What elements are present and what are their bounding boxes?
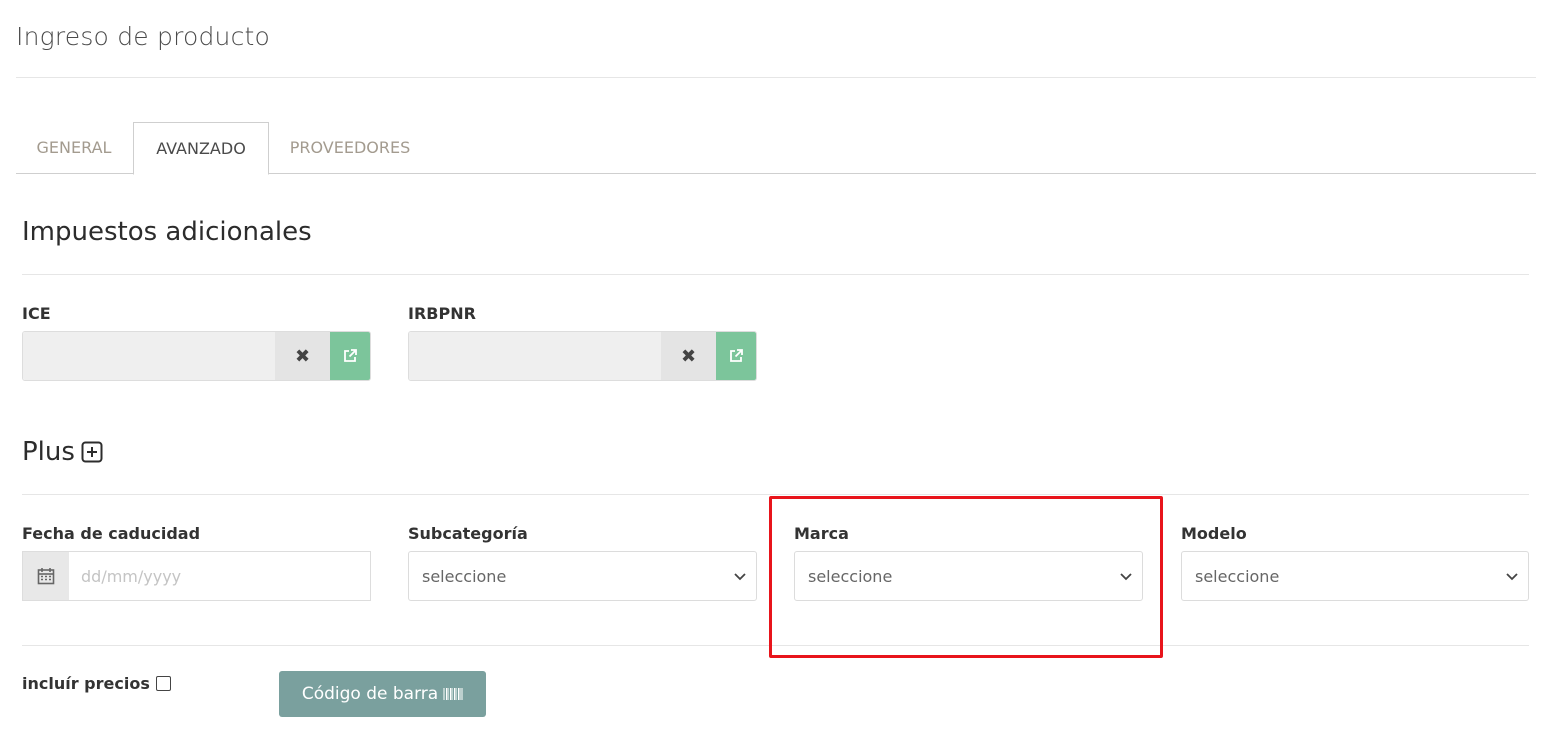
chevron-down-icon	[1120, 573, 1132, 581]
marca-selected: seleccione	[808, 566, 893, 586]
external-link-icon	[344, 349, 357, 362]
plus-title: Plus	[22, 437, 75, 467]
irbpnr-input-group: ✖	[408, 331, 757, 381]
ice-input[interactable]	[23, 332, 275, 380]
include-prices-checkbox[interactable]	[155, 676, 171, 691]
tab-avanzado[interactable]: AVANZADO	[133, 122, 269, 175]
irbpnr-label: IRBPNR	[408, 304, 476, 323]
ice-input-group: ✖	[22, 331, 371, 381]
subcategoria-selected: seleccione	[422, 566, 507, 586]
barcode-button[interactable]: Código de barra	[279, 671, 486, 717]
calendar-icon	[37, 568, 55, 585]
tab-bar: GENERAL AVANZADO PROVEEDORES	[16, 122, 1536, 175]
title-divider	[16, 77, 1536, 78]
modelo-label: Modelo	[1181, 524, 1247, 543]
fecha-input[interactable]: dd/mm/yyyy	[69, 552, 370, 600]
irbpnr-input[interactable]	[409, 332, 661, 380]
chevron-down-icon	[734, 573, 746, 581]
marca-label: Marca	[794, 524, 849, 543]
ice-label: ICE	[22, 304, 51, 323]
marca-select[interactable]: seleccione	[794, 551, 1143, 601]
fecha-label: Fecha de caducidad	[22, 524, 201, 543]
ice-clear-button[interactable]: ✖	[275, 332, 330, 380]
calendar-icon-addon[interactable]	[23, 552, 69, 600]
section-title-plus: Plus	[22, 437, 103, 467]
section-divider	[22, 645, 1529, 646]
irbpnr-open-button[interactable]	[716, 332, 756, 380]
close-icon: ✖	[680, 345, 697, 367]
modelo-selected: seleccione	[1195, 566, 1280, 586]
include-prices-label: incluír precios	[22, 674, 150, 693]
tab-general[interactable]: GENERAL	[16, 122, 132, 174]
tab-proveedores[interactable]: PROVEEDORES	[269, 122, 431, 174]
subcategoria-select[interactable]: seleccione	[408, 551, 757, 601]
irbpnr-clear-button[interactable]: ✖	[661, 332, 716, 380]
barcode-icon	[443, 688, 463, 700]
plus-square-icon[interactable]	[81, 441, 103, 463]
modelo-select[interactable]: seleccione	[1181, 551, 1529, 601]
include-prices-option: incluír precios	[22, 674, 171, 693]
ice-open-button[interactable]	[330, 332, 370, 380]
subcategoria-label: Subcategoría	[408, 524, 528, 543]
section-title-impuestos: Impuestos adicionales	[22, 217, 312, 247]
page-title: Ingreso de producto	[16, 22, 271, 51]
chevron-down-icon	[1506, 573, 1518, 581]
barcode-button-label: Código de barra	[301, 684, 439, 704]
section-divider	[22, 494, 1529, 495]
close-icon: ✖	[294, 345, 311, 367]
fecha-input-group: dd/mm/yyyy	[22, 551, 371, 601]
section-divider	[22, 274, 1529, 275]
external-link-icon	[730, 349, 743, 362]
